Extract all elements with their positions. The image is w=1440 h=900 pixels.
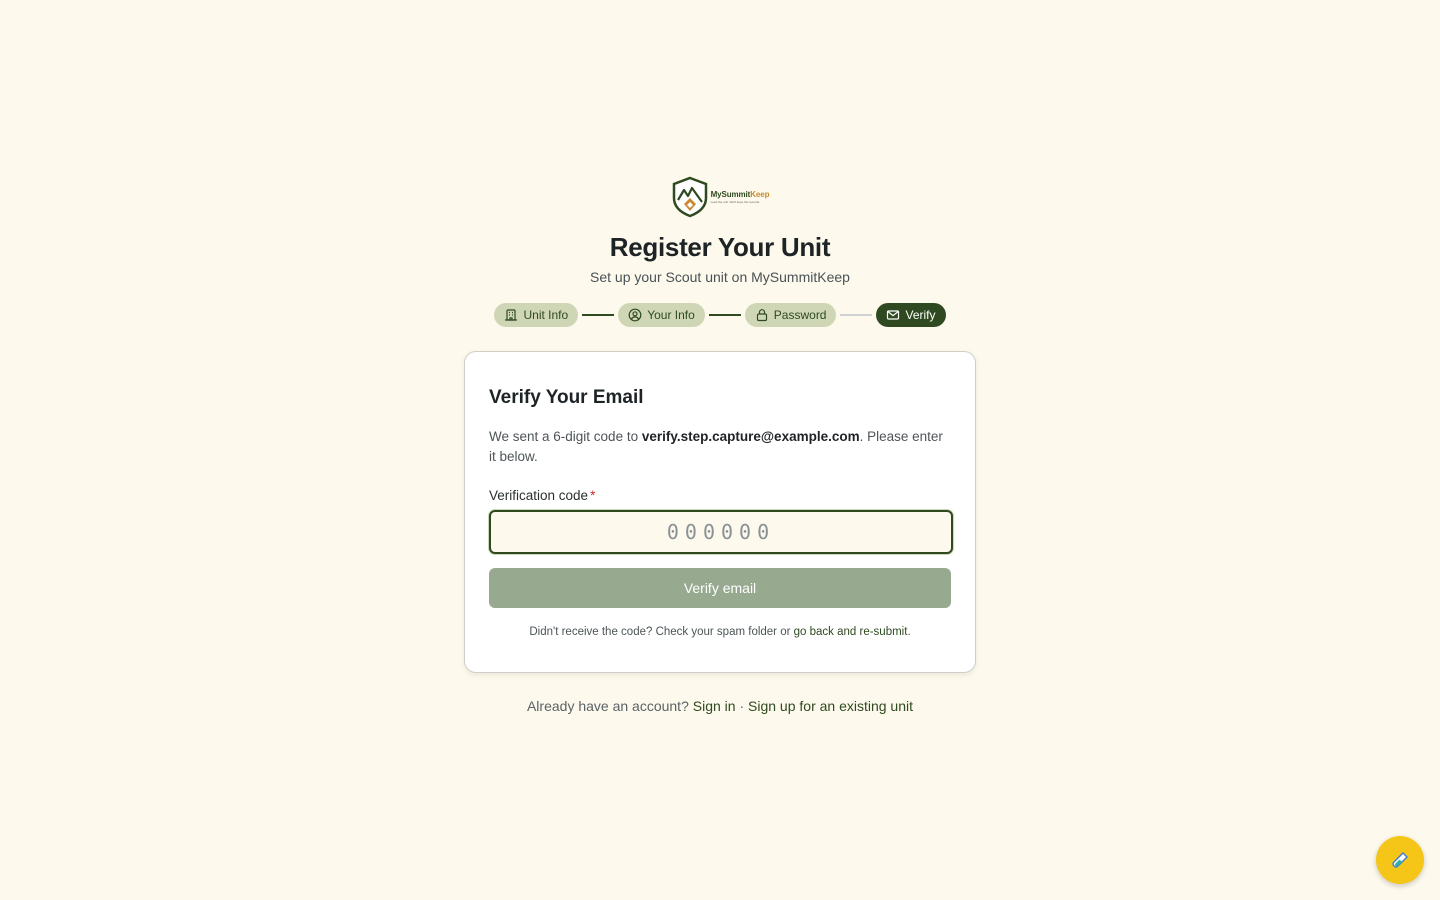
step-your-info: Your Info [618,303,705,327]
email-address: verify.step.capture@example.com [641,429,860,444]
verify-email-button[interactable]: Verify email [489,568,951,608]
register-page: MySummitKeep Lead the unit. We'll keep t… [0,0,1440,715]
brand-logo: MySummitKeep Lead the unit. We'll keep t… [671,176,770,218]
step-label: Password [773,308,827,322]
step-label: Verify [905,308,936,322]
go-back-link[interactable]: go back and re-submit [794,626,908,638]
logo-tagline: Lead the unit. We'll keep the records. [710,199,760,204]
help-suffix: . [907,626,911,638]
building-icon [505,309,518,321]
help-prefix: Didn't receive the code? Check your spam… [529,626,794,638]
stepper: Unit Info Your Info Password Verify [494,303,946,327]
user-circle-icon [628,308,642,322]
logo-wordmark: MySummitKeep Lead the unit. We'll keep t… [710,189,770,204]
field-label-text: Verification code [489,488,589,503]
logo-name-part2: Keep [750,189,770,199]
page-subtitle: Set up your Scout unit on MySummitKeep [590,269,850,285]
logo-name-part1: MySummit [710,189,751,199]
lock-icon [756,309,767,322]
required-marker: * [590,488,596,503]
step-label: Unit Info [523,308,569,322]
step-connector [582,314,615,316]
step-verify: Verify [876,303,946,327]
verify-card: Verify Your Email We sent a 6-digit code… [464,351,976,673]
mail-icon [887,310,900,320]
logo-name: MySummitKeep [710,189,770,199]
card-title: Verify Your Email [489,387,644,408]
step-unit-info: Unit Info [494,303,579,327]
sign-in-link[interactable]: Sign in [693,698,736,714]
step-connector [840,314,873,316]
test-tube-icon [1392,852,1408,868]
page-title: Register Your Unit [609,232,831,262]
verification-code-input[interactable] [489,510,953,554]
step-password: Password [744,303,837,327]
footer-links: Already have an account? Sign in · Sign … [527,697,913,715]
step-label: Your Info [647,308,695,322]
footer-prefix: Already have an account? [526,698,693,714]
desc-prefix: We sent a 6-digit code to [489,429,642,444]
existing-unit-signup-link[interactable]: Sign up for an existing unit [748,698,913,714]
mountain-shield-icon [672,176,707,218]
resend-help-text: Didn't receive the code? Check your spam… [489,624,951,640]
step-connector [708,314,741,316]
verification-code-label: Verification code * [489,486,951,506]
card-description: We sent a 6-digit code to verify.step.ca… [489,427,951,467]
footer-separator: · [735,698,749,714]
test-tools-button[interactable] [1376,836,1424,884]
